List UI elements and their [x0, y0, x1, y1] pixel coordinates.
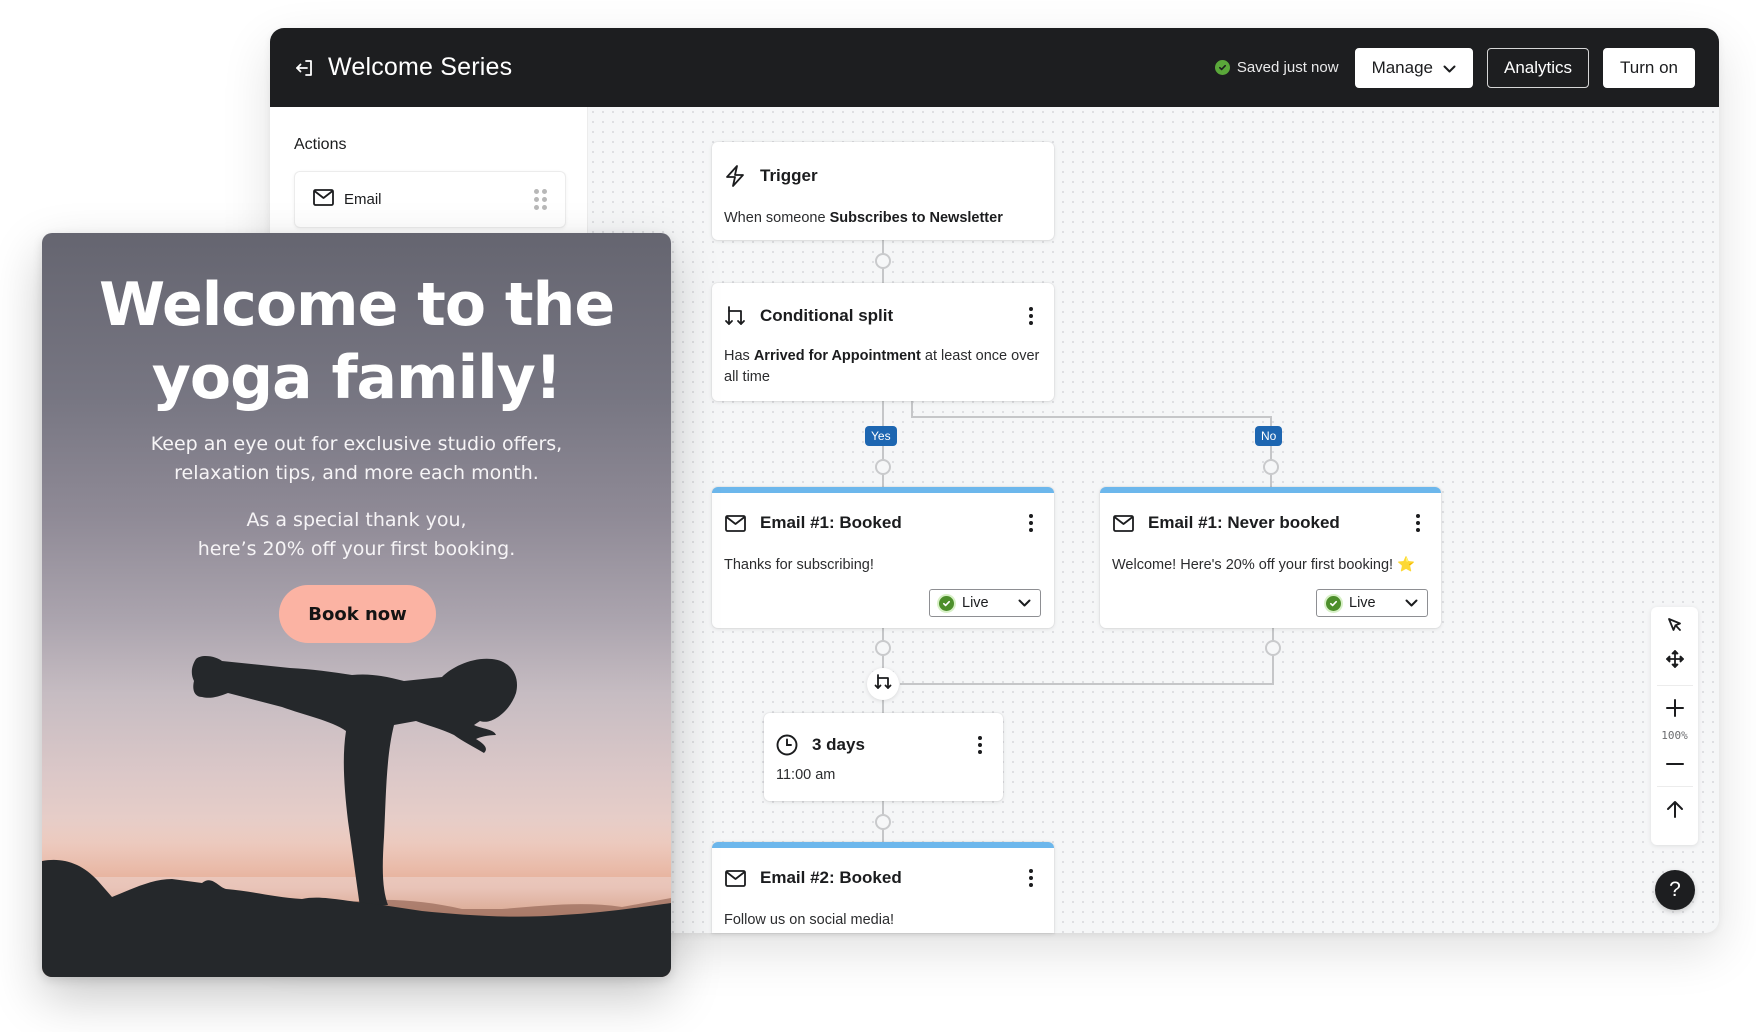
- status-dropdown[interactable]: Live: [1316, 589, 1428, 617]
- add-step-port[interactable]: [875, 640, 891, 656]
- top-bar: Welcome Series Saved just now Manage Ana…: [270, 28, 1719, 107]
- email-preview-text: Follow us on social media!: [724, 912, 895, 928]
- analytics-button[interactable]: Analytics: [1487, 47, 1590, 88]
- check-circle-icon: [1326, 595, 1341, 611]
- canvas-toolbar: 100%: [1651, 607, 1698, 845]
- email-node-booked[interactable]: Email #1: Booked Thanks for subscribing!…: [712, 487, 1054, 628]
- preview-headline-line: yoga family!: [151, 343, 562, 413]
- trigger-event: Subscribes to Newsletter: [829, 210, 1003, 226]
- cursor-arrow-icon: [1667, 617, 1683, 638]
- envelope-icon: [313, 188, 334, 211]
- actions-heading: Actions: [294, 136, 347, 153]
- arrow-up-icon: [1666, 800, 1684, 823]
- preview-paragraph: Keep an eye out for exclusive studio off…: [42, 430, 671, 488]
- delay-time: 11:00 am: [776, 767, 836, 783]
- split-condition: Arrived for Appointment: [753, 348, 921, 364]
- more-options-icon[interactable]: [971, 733, 989, 757]
- yes-branch-badge: Yes: [865, 426, 897, 446]
- more-options-icon[interactable]: [1022, 866, 1040, 890]
- email-node-2-booked[interactable]: Email #2: Booked Follow us on social med…: [712, 842, 1054, 933]
- check-circle-icon: [939, 595, 954, 611]
- email-preview-text: Welcome! Here's 20% off your first booki…: [1112, 557, 1416, 573]
- help-button[interactable]: ?: [1655, 870, 1695, 910]
- preview-text-line: Keep an eye out for exclusive studio off…: [150, 433, 563, 455]
- conditional-split-node[interactable]: Conditional split Has Arrived for Appoin…: [712, 283, 1054, 401]
- envelope-icon: [724, 867, 746, 889]
- trigger-text: When someone: [724, 210, 830, 226]
- page-title: Welcome Series: [328, 53, 513, 81]
- node-title: Email #2: Booked: [760, 868, 902, 887]
- connector-line: [900, 683, 1274, 685]
- preview-headline: Welcome to the yoga family!: [42, 269, 671, 415]
- save-status-text: Saved just now: [1236, 59, 1339, 76]
- drag-handle-icon[interactable]: [534, 189, 547, 210]
- node-title: Email #1: Booked: [760, 513, 902, 532]
- yoga-silhouette-image: [42, 655, 671, 977]
- trigger-node[interactable]: Trigger When someone Subscribes to Newsl…: [712, 142, 1054, 240]
- sidebar-item-label: Email: [344, 191, 382, 208]
- more-options-icon[interactable]: [1409, 511, 1427, 535]
- status-dropdown[interactable]: Live: [929, 589, 1041, 617]
- exit-arrow-icon[interactable]: [294, 57, 316, 79]
- preview-offer-text: As a special thank you, here’s 20% off y…: [42, 506, 671, 564]
- no-branch-badge: No: [1255, 426, 1283, 446]
- node-title: Conditional split: [760, 306, 894, 325]
- email-preview-card: Welcome to the yoga family! Keep an eye …: [42, 233, 671, 977]
- preview-text-line: here’s 20% off your first booking.: [197, 538, 516, 560]
- chevron-down-icon: [1405, 599, 1418, 607]
- zoom-in-button[interactable]: [1651, 693, 1698, 727]
- plus-icon: [1665, 698, 1684, 722]
- manage-button-label: Manage: [1371, 57, 1433, 77]
- minus-icon: [1665, 753, 1684, 771]
- toolbar-divider: [1656, 685, 1693, 686]
- sidebar-item-email[interactable]: Email: [294, 171, 566, 228]
- preview-headline-line: Welcome to the: [98, 270, 615, 340]
- merge-branches-button[interactable]: [867, 668, 899, 700]
- add-step-port[interactable]: [1263, 459, 1279, 475]
- toolbar-divider: [1656, 786, 1693, 787]
- select-tool-button[interactable]: [1651, 610, 1698, 644]
- add-step-port[interactable]: [875, 459, 891, 475]
- trigger-description: When someone Subscribes to Newsletter: [724, 208, 1042, 229]
- split-description: Has Arrived for Appointment at least onc…: [724, 346, 1040, 388]
- preview-text-line: As a special thank you,: [246, 509, 467, 531]
- zoom-level: 100%: [1661, 729, 1688, 742]
- manage-button[interactable]: Manage: [1354, 47, 1473, 88]
- more-options-icon[interactable]: [1022, 304, 1040, 328]
- more-options-icon[interactable]: [1022, 511, 1040, 535]
- node-title: Email #1: Never booked: [1148, 513, 1340, 532]
- chevron-down-icon: [1443, 58, 1456, 78]
- check-circle-icon: [1214, 60, 1230, 75]
- connector-line: [911, 416, 1272, 418]
- status-value: Live: [1349, 595, 1376, 611]
- add-step-port[interactable]: [875, 814, 891, 830]
- split-icon: [724, 305, 746, 327]
- scroll-to-top-button[interactable]: [1651, 794, 1698, 828]
- status-value: Live: [962, 595, 989, 611]
- split-text: Has: [724, 348, 754, 364]
- node-title: Trigger: [760, 166, 818, 185]
- zoom-out-button[interactable]: [1651, 745, 1698, 779]
- save-status: Saved just now: [1214, 59, 1339, 76]
- envelope-icon: [724, 512, 746, 534]
- split-icon: [874, 673, 892, 695]
- move-arrows-icon: [1665, 649, 1685, 674]
- clock-icon: [776, 734, 798, 756]
- turn-on-button[interactable]: Turn on: [1603, 47, 1695, 88]
- add-step-port[interactable]: [1265, 640, 1281, 656]
- preview-text-line: relaxation tips, and more each month.: [174, 462, 539, 484]
- connector-line: [1272, 628, 1274, 685]
- lightning-icon: [724, 165, 746, 187]
- time-delay-node[interactable]: 3 days 11:00 am: [764, 713, 1003, 801]
- node-title: 3 days: [812, 735, 865, 754]
- envelope-icon: [1112, 512, 1134, 534]
- chevron-down-icon: [1018, 599, 1031, 607]
- pan-tool-button[interactable]: [1651, 644, 1698, 678]
- add-step-port[interactable]: [875, 253, 891, 269]
- connector-line: [911, 401, 913, 417]
- email-node-never-booked[interactable]: Email #1: Never booked Welcome! Here's 2…: [1100, 487, 1441, 628]
- email-preview-text: Thanks for subscribing!: [724, 557, 874, 573]
